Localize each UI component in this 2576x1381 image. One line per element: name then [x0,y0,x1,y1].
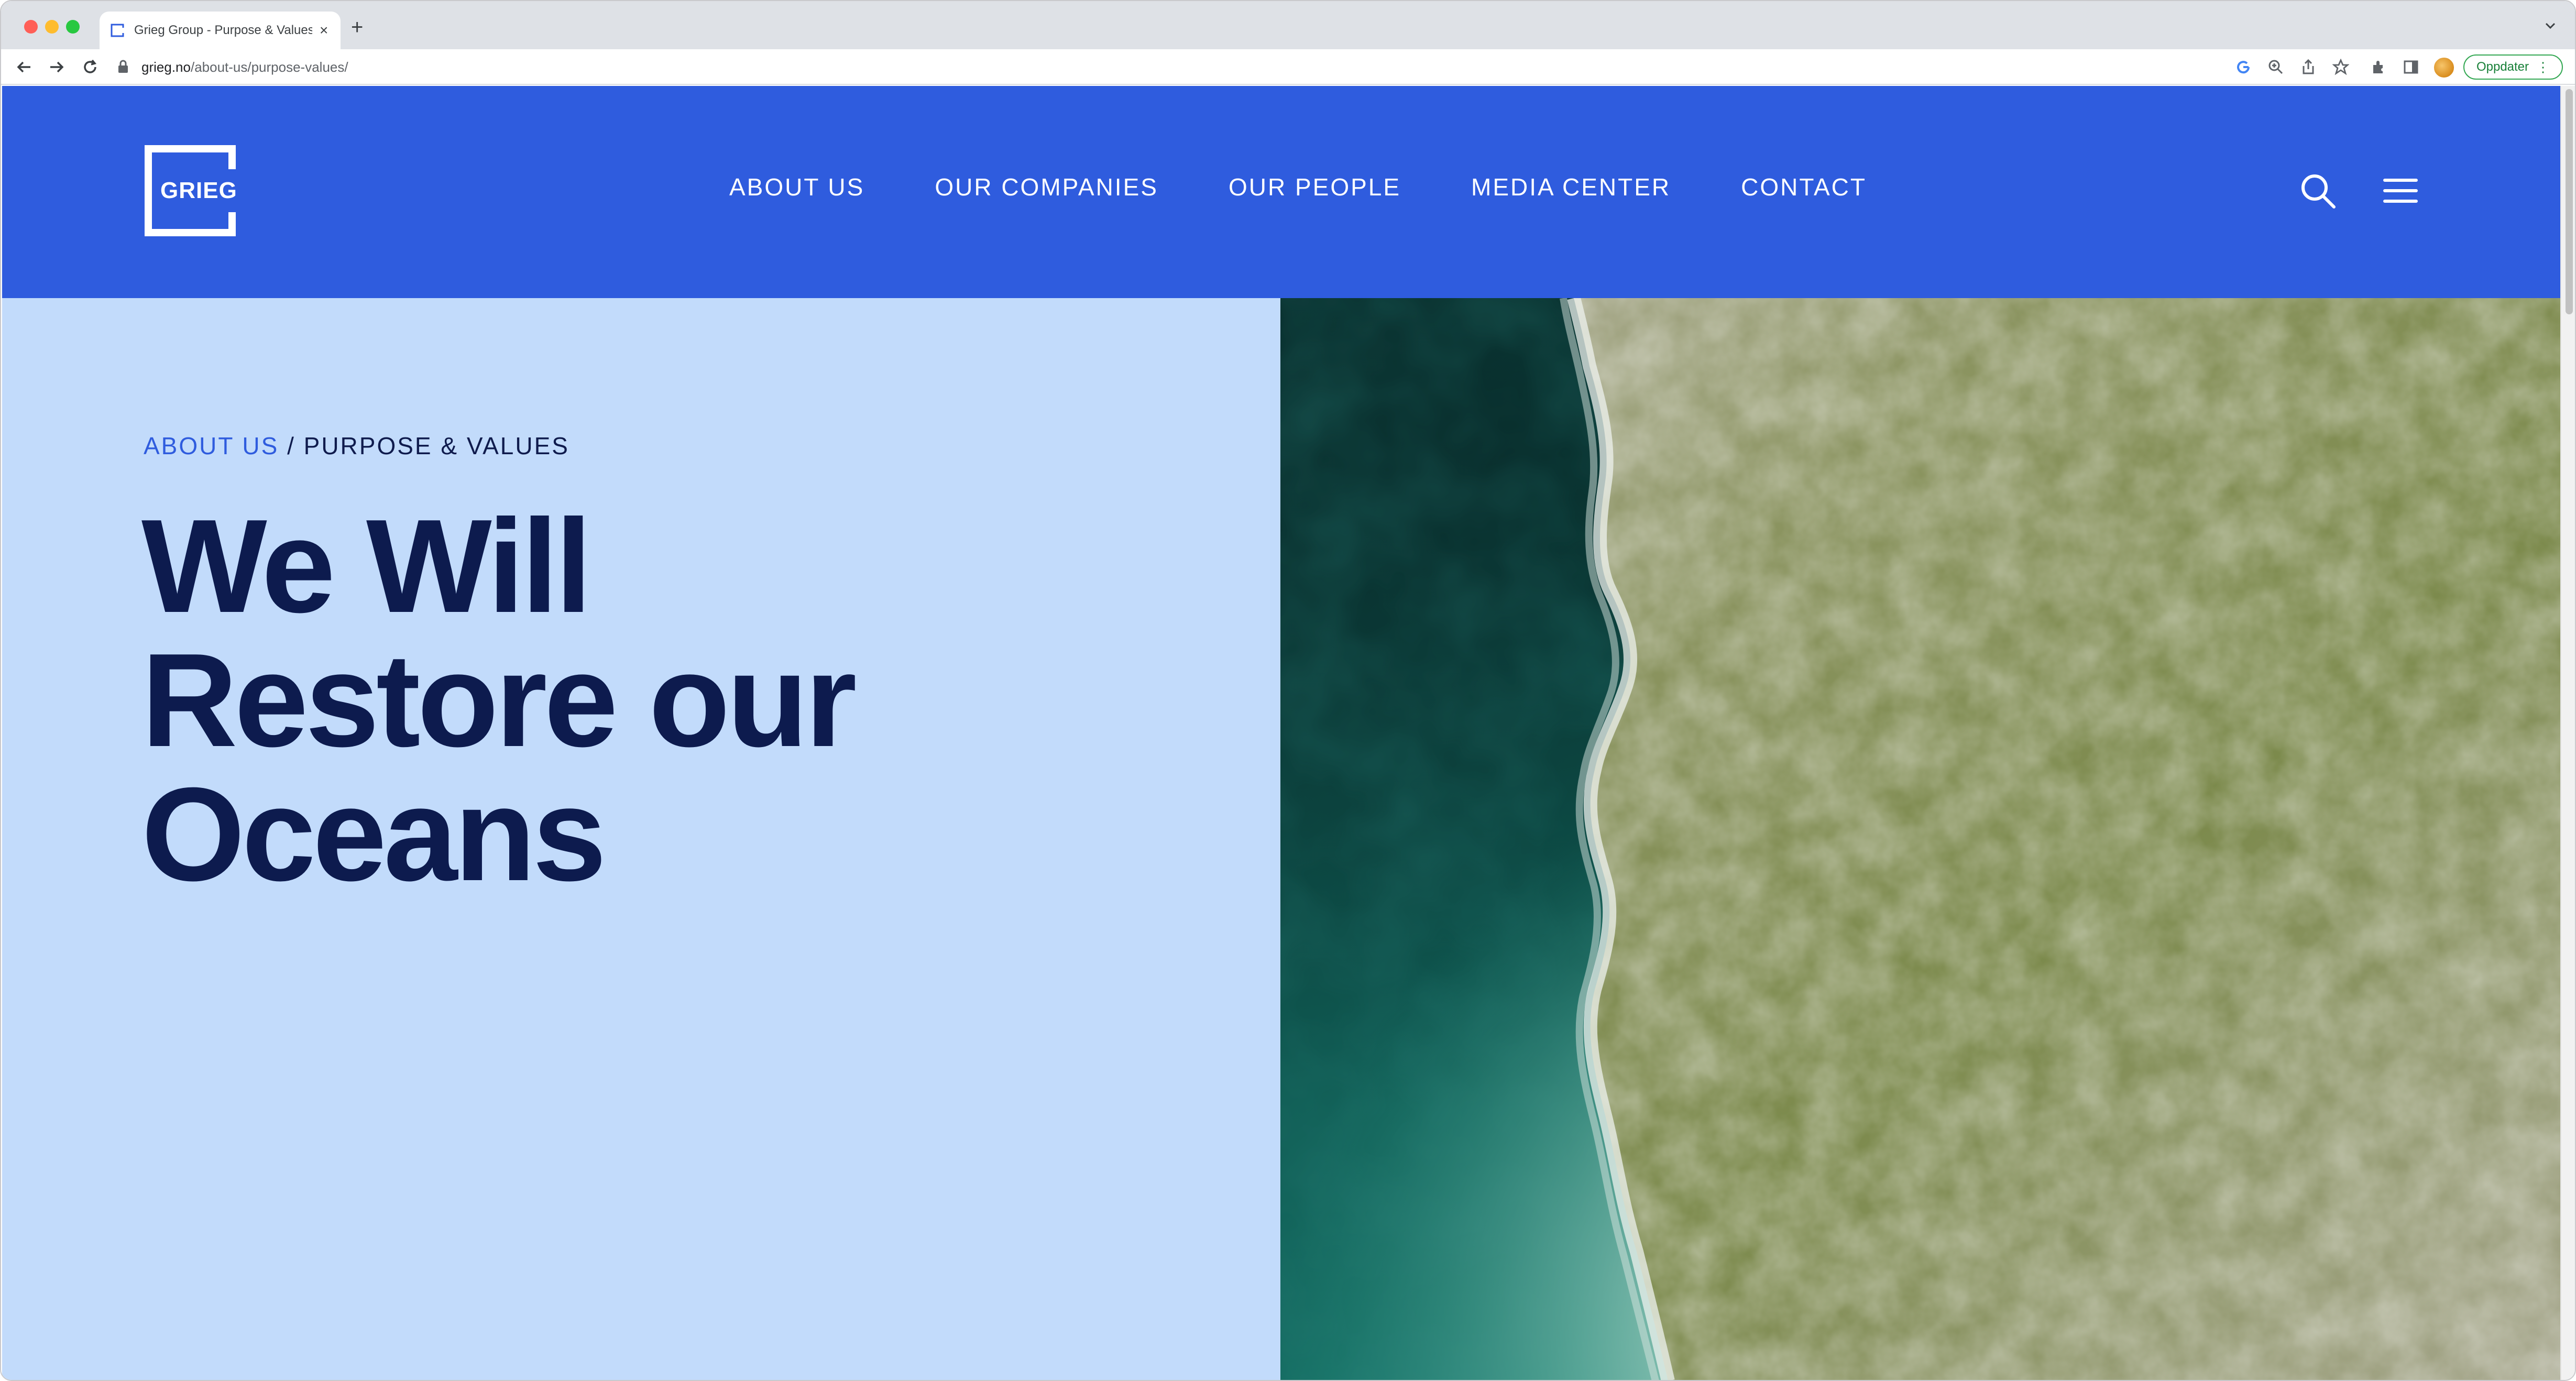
tab-strip: Grieg Group - Purpose & Values × + [1,1,2575,49]
page-scrollbar[interactable] [2560,86,2575,1380]
nav-our-companies[interactable]: OUR COMPANIES [935,175,1158,199]
grieg-logo[interactable]: GRIEG [145,145,237,236]
breadcrumb-link-about-us[interactable]: ABOUT US [144,432,279,459]
url-host: grieg.no [141,59,191,75]
minimize-window-button[interactable] [45,20,59,34]
forward-arrow-icon[interactable] [46,57,67,78]
profile-avatar[interactable] [2433,57,2455,79]
scrollbar-thumb[interactable] [2566,89,2573,314]
page-title-line-2: Restore our [141,626,857,774]
maximize-window-button[interactable] [66,20,80,34]
zoom-icon[interactable] [2266,58,2285,76]
close-window-button[interactable] [24,20,38,34]
bookmark-star-icon[interactable] [2331,58,2350,76]
hamburger-menu-icon[interactable] [2380,170,2421,212]
tab-close-icon[interactable]: × [320,23,328,38]
browser-toolbar: grieg.no /about-us/purpose-values/ Oppda… [1,49,2575,85]
hero-coastline-image [1280,298,2560,1380]
tab-title: Grieg Group - Purpose & Values [134,23,312,37]
logo-text: GRIEG [160,178,237,203]
url-path: /about-us/purpose-values/ [190,59,348,75]
nav-media-center[interactable]: MEDIA CENTER [1471,175,1671,199]
nav-our-people[interactable]: OUR PEOPLE [1229,175,1401,199]
main-navigation: ABOUT US OUR COMPANIES OUR PEOPLE MEDIA … [729,175,1867,199]
page-title-line-3: Oceans [141,760,607,908]
browser-window: Grieg Group - Purpose & Values × + grieg… [0,0,2576,1381]
nav-about-us[interactable]: ABOUT US [729,175,864,199]
lock-icon[interactable] [117,59,131,75]
page-title-line-1: We Will [141,491,592,640]
site-header: GRIEG ABOUT US OUR COMPANIES OUR PEOPLE … [2,86,2560,298]
breadcrumb-current: PURPOSE & VALUES [303,432,569,459]
page-title: We Will Restore our Oceans [141,499,1242,901]
more-vert-icon[interactable]: ⋮ [2536,59,2550,75]
tab-search-chevron-icon[interactable] [2544,19,2557,35]
share-icon[interactable] [2299,58,2318,76]
nav-contact[interactable]: CONTACT [1741,175,1867,199]
grieg-favicon-icon [110,23,125,38]
side-panel-icon[interactable] [2402,58,2420,76]
search-icon[interactable] [2297,170,2339,212]
update-button[interactable]: Oppdater ⋮ [2463,54,2563,80]
breadcrumb: ABOUT US / PURPOSE & VALUES [144,434,569,458]
new-tab-button[interactable]: + [351,17,363,38]
reload-icon[interactable] [80,57,101,78]
browser-tab-active[interactable]: Grieg Group - Purpose & Values × [100,12,341,49]
back-arrow-icon[interactable] [14,57,35,78]
update-button-label: Oppdater [2476,60,2529,74]
extensions-icon[interactable] [2369,58,2388,76]
address-bar[interactable]: grieg.no /about-us/purpose-values/ [117,54,2192,80]
google-icon[interactable] [2234,58,2253,76]
breadcrumb-separator: / [279,432,304,459]
